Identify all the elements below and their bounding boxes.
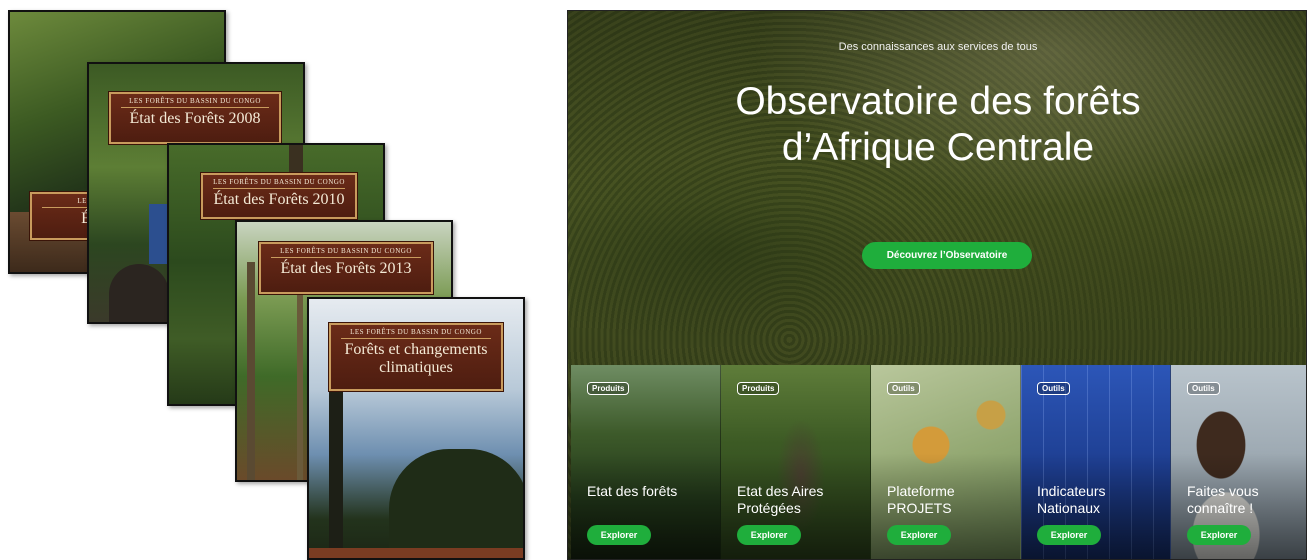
cover-title: État des Forêts 2013 [280,260,412,277]
hero-tagline: Des connaissances aux services de tous [838,41,1038,53]
explore-button[interactable]: Explorer [1037,525,1101,545]
card-etat-des-forets[interactable]: Produits Etat des forêts Explorer [571,365,721,559]
explore-button[interactable]: Explorer [887,525,951,545]
card-title: Etat des forêts [587,483,678,499]
card-indicateurs-nationaux[interactable]: Outils Indicateurs Nationaux Explorer [1021,365,1171,559]
hero-title: Observatoire des forêts d’Afrique Centra… [735,80,1141,169]
cover-title: État des Forêts 2008 [129,110,261,127]
card-badge: Produits [587,382,630,395]
ofac-hero-section: Des connaissances aux services de tous O… [567,10,1307,560]
cover-title-plate: Les forêts du bassin du Congo État des F… [201,173,357,219]
cover-title-plate: Les forêts du bassin du Congo État des F… [109,92,281,144]
card-badge: Produits [737,382,780,395]
card-badge: Outils [1037,382,1070,395]
cover-title-plate: Les forêts du bassin du Congo Forêts et … [329,323,503,391]
card-badge: Outils [887,382,920,395]
card-title: Etat des Aires Protégées [737,483,824,516]
report-cover-climat: Les forêts du bassin du Congo Forêts et … [307,297,525,560]
card-faites-vous-connaitre[interactable]: Outils Faites vous connaître ! Explorer [1171,365,1306,559]
cover-title: État des Forêts 2010 [213,191,345,208]
cover-series-label: Les forêts du bassin du Congo [121,97,269,108]
cover-series-label: Les forêts du bassin du Congo [341,328,491,339]
card-badge: Outils [1187,382,1220,395]
card-title: Indicateurs Nationaux [1037,483,1106,516]
explore-button[interactable]: Explorer [587,525,651,545]
card-aires-protegees[interactable]: Produits Etat des Aires Protégées Explor… [721,365,871,559]
discover-observatory-button[interactable]: Découvrez l’Observatoire [862,242,1032,269]
cover-title: Forêts et changements climatiques [344,341,488,376]
explore-button[interactable]: Explorer [1187,525,1251,545]
cover-title-plate: Les forêts du bassin du Congo État des F… [259,242,433,294]
explore-button[interactable]: Explorer [737,525,801,545]
feature-cards: Produits Etat des forêts Explorer Produi… [571,365,1306,559]
cover-series-label: Les forêts du bassin du Congo [271,247,421,258]
cover-series-label: Les forêts du bassin du Congo [213,178,345,189]
cover-footer-band [309,548,523,558]
card-title: Plateforme PROJETS [887,483,955,516]
card-title: Faites vous connaître ! [1187,483,1259,516]
card-plateforme-projets[interactable]: Outils Plateforme PROJETS Explorer [871,365,1021,559]
